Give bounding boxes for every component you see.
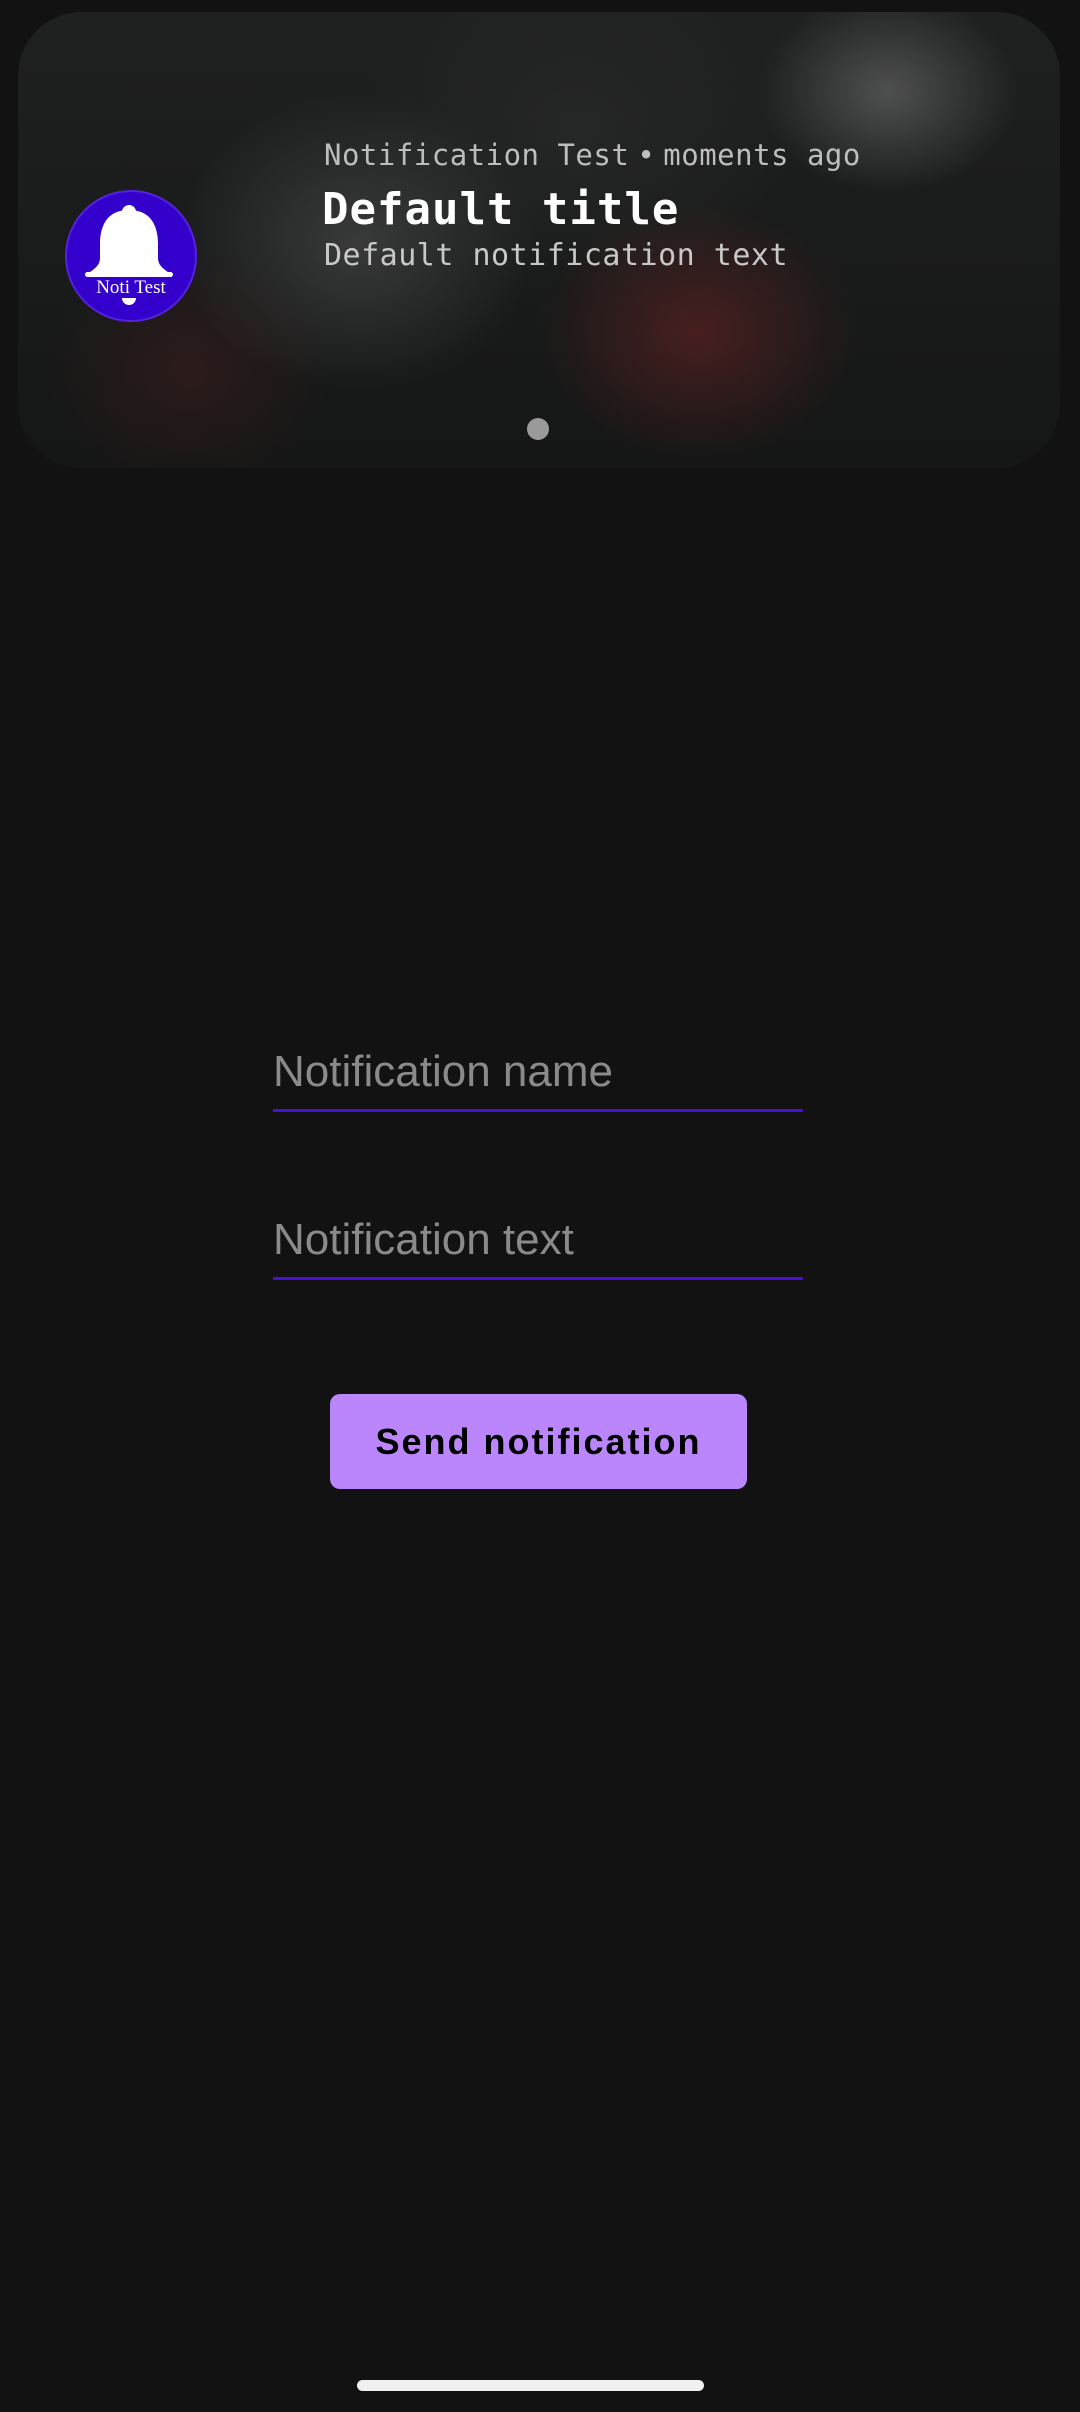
app-icon-caption: Noti Test bbox=[96, 277, 166, 298]
page-indicator-dot bbox=[527, 418, 549, 440]
bell-icon bbox=[85, 205, 173, 305]
notification-name-field[interactable] bbox=[273, 1042, 803, 1112]
home-indicator[interactable] bbox=[357, 2380, 704, 2391]
app-screen: Noti Test Notification Test • moments ago … bbox=[0, 0, 1080, 2412]
notification-text-input[interactable] bbox=[273, 1215, 803, 1265]
notification-app-name: Notification Test bbox=[324, 138, 630, 172]
notification-name-input[interactable] bbox=[273, 1047, 803, 1097]
send-notification-button[interactable]: Send notification bbox=[330, 1394, 747, 1489]
notification-text-field[interactable] bbox=[273, 1210, 803, 1280]
notification-card[interactable]: Noti Test Notification Test • moments ago … bbox=[18, 12, 1060, 468]
notification-title: Default title bbox=[322, 184, 680, 235]
notification-text: Default notification text bbox=[324, 238, 789, 273]
notification-meta: Notification Test • moments ago bbox=[324, 138, 861, 172]
notification-timestamp: moments ago bbox=[663, 138, 861, 172]
meta-separator: • bbox=[637, 138, 656, 172]
app-icon: Noti Test bbox=[65, 190, 197, 322]
